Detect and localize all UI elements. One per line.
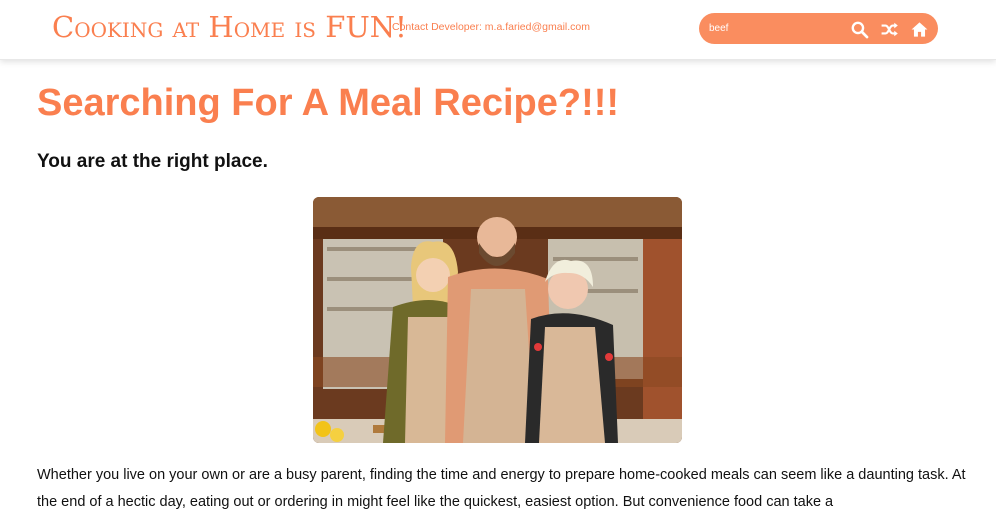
search-input[interactable] <box>709 20 839 37</box>
search-icon[interactable] <box>847 17 871 41</box>
page-subtitle: You are at the right place. <box>37 151 268 172</box>
search-bar <box>699 13 938 44</box>
contact-developer-text: Contact Developer: m.a.faried@gmail.com <box>392 21 590 33</box>
brand-logo[interactable]: Cooking at Home is FUN! <box>52 10 407 44</box>
top-navbar: Cooking at Home is FUN! Contact Develope… <box>0 0 996 60</box>
shuffle-icon[interactable] <box>877 17 901 41</box>
intro-paragraph: Whether you live on your own or are a bu… <box>37 467 966 510</box>
home-icon[interactable] <box>907 17 931 41</box>
hero-photo <box>313 197 682 443</box>
page-title: Searching For A Meal Recipe?!!! <box>37 82 620 124</box>
